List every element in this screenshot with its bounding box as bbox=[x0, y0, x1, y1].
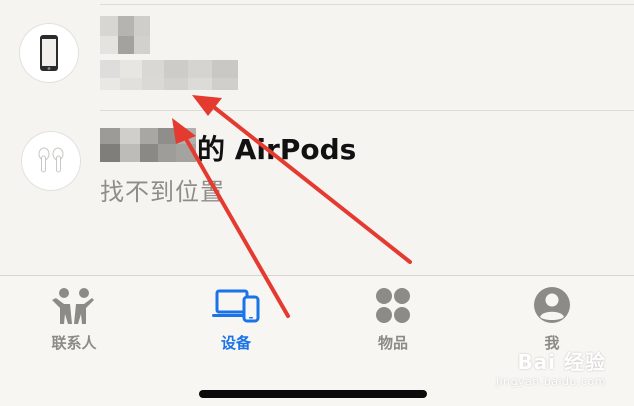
items-icon bbox=[376, 288, 410, 323]
pixelated-owner-name-2 bbox=[100, 144, 196, 162]
device-avatar bbox=[22, 132, 80, 190]
pixelated-device-status bbox=[100, 60, 238, 78]
row-divider bbox=[100, 110, 634, 111]
top-divider bbox=[100, 4, 634, 5]
pixelated-device-status-2 bbox=[100, 78, 238, 90]
airpods-icon bbox=[38, 147, 64, 173]
tab-label: 物品 bbox=[377, 334, 408, 352]
tab-label: 联系人 bbox=[51, 334, 97, 352]
pixelated-device-name-2 bbox=[100, 36, 150, 54]
device-row-iphone[interactable] bbox=[0, 8, 634, 108]
home-indicator[interactable] bbox=[199, 390, 427, 398]
tab-label: 设备 bbox=[220, 334, 251, 352]
tab-items[interactable]: 物品 bbox=[343, 286, 443, 366]
find-my-devices-screen: 的 AirPods 找不到位置 联系人 设备 物品 我 Bai 经验 jingy… bbox=[0, 0, 634, 406]
pixelated-device-name bbox=[100, 16, 150, 36]
iphone-icon bbox=[40, 35, 58, 71]
tab-devices[interactable]: 设备 bbox=[186, 286, 286, 366]
watermark: Bai 经验 jingyan.baidu.com bbox=[486, 346, 606, 388]
me-icon bbox=[534, 287, 570, 323]
tab-people[interactable]: 联系人 bbox=[24, 286, 124, 366]
people-icon bbox=[52, 288, 94, 324]
device-name: 的 AirPods bbox=[197, 133, 357, 166]
watermark-url: jingyan.baidu.com bbox=[495, 375, 606, 388]
watermark-main: Bai 经验 bbox=[517, 350, 606, 374]
device-avatar bbox=[20, 24, 78, 82]
devices-icon bbox=[212, 289, 260, 323]
pixelated-owner-name bbox=[100, 128, 196, 144]
device-status: 找不到位置 bbox=[100, 178, 225, 206]
